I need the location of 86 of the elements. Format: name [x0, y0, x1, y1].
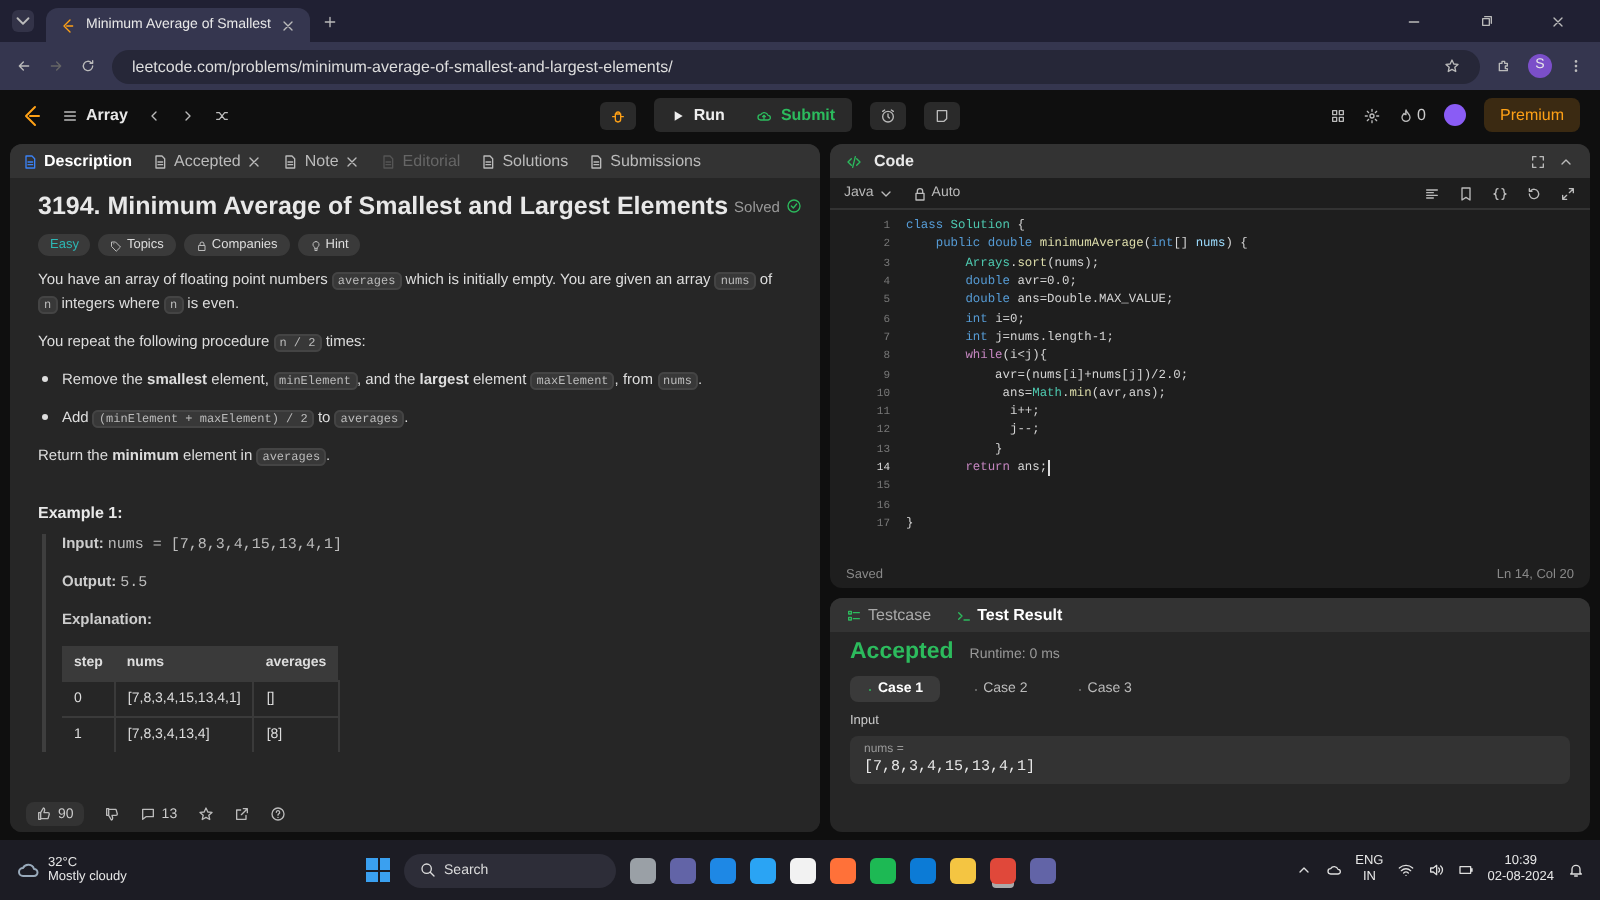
wifi-icon[interactable] — [1397, 862, 1414, 878]
braces-icon[interactable] — [1492, 185, 1508, 201]
problem-list-button[interactable]: Array — [62, 106, 128, 124]
thumbs-down-icon[interactable] — [103, 806, 120, 822]
tag-icon — [110, 239, 123, 251]
leetcode-logo-icon[interactable] — [20, 103, 44, 127]
taskbar-app-icon[interactable] — [870, 857, 897, 883]
reset-icon[interactable] — [1526, 185, 1542, 201]
bookmark-star-icon[interactable] — [1444, 58, 1460, 74]
share-icon[interactable] — [233, 806, 250, 822]
taskbar-app-icon[interactable] — [830, 857, 857, 883]
battery-icon[interactable] — [1457, 862, 1474, 878]
text-cursor — [1047, 459, 1050, 475]
bug-icon — [609, 107, 626, 123]
document-icon — [380, 153, 397, 169]
play-icon — [669, 107, 686, 123]
leetcode-logo-icon — [60, 17, 76, 33]
help-icon[interactable] — [269, 806, 286, 822]
close-icon[interactable] — [246, 153, 263, 169]
panel-tab[interactable]: Test Result — [955, 606, 1063, 624]
restore-icon[interactable] — [1478, 13, 1494, 29]
thumbs-up-icon — [36, 806, 52, 822]
panel-tab[interactable]: Submissions — [588, 152, 701, 170]
close-icon[interactable] — [280, 17, 297, 33]
cloud-icon[interactable] — [1325, 862, 1342, 878]
timer-button[interactable] — [869, 101, 906, 129]
submit-button[interactable]: Submit — [740, 98, 852, 132]
cloud-upload-icon — [756, 107, 773, 123]
note-icon — [933, 107, 950, 123]
new-tab-icon[interactable] — [322, 13, 338, 29]
start-icon[interactable] — [366, 858, 391, 882]
code-icon — [846, 153, 862, 169]
format-icon[interactable] — [1424, 185, 1440, 201]
comment-icon — [139, 806, 156, 822]
star-icon[interactable] — [197, 806, 214, 822]
maximize-icon[interactable] — [1530, 153, 1546, 169]
panel-tab[interactable]: Description — [22, 152, 133, 170]
panel-tab[interactable]: Note — [282, 152, 361, 170]
example-heading: Example 1: — [38, 504, 125, 522]
panel-tab[interactable]: Accepted — [152, 152, 263, 170]
weather-icon[interactable] — [16, 858, 40, 882]
alarm-clock-icon — [879, 107, 896, 123]
reload-icon[interactable] — [80, 58, 96, 74]
close-icon[interactable] — [344, 153, 361, 169]
avatar-icon[interactable] — [1444, 104, 1466, 126]
terminal-icon — [955, 607, 972, 623]
tab-search-icon[interactable] — [12, 10, 34, 32]
search-icon — [420, 862, 437, 878]
close-icon[interactable] — [1550, 13, 1566, 29]
lock-icon — [911, 185, 928, 201]
notes-button[interactable] — [923, 101, 960, 129]
list-icon — [62, 107, 78, 123]
taskbar-app-icon[interactable] — [750, 857, 777, 883]
bookmark-icon[interactable] — [1458, 185, 1474, 201]
document-icon — [588, 153, 605, 169]
panel-tab[interactable]: Solutions — [480, 152, 569, 170]
lock-icon — [195, 239, 208, 251]
document-icon — [22, 153, 38, 169]
layout-icon[interactable] — [1329, 107, 1346, 123]
taskbar-app-icon[interactable] — [790, 857, 817, 883]
volume-icon[interactable] — [1427, 862, 1444, 878]
extensions-icon[interactable] — [1496, 58, 1512, 74]
debug-button[interactable] — [599, 101, 636, 129]
panel-tab[interactable]: Testcase — [846, 606, 932, 624]
panel-title: Code — [874, 152, 914, 170]
settings-icon[interactable] — [1363, 107, 1380, 123]
premium-button[interactable]: Premium — [1484, 98, 1581, 132]
verdict-text: Accepted — [850, 640, 954, 664]
fullscreen-icon[interactable] — [1560, 185, 1576, 201]
shuffle-icon[interactable] — [213, 107, 230, 123]
address-bar[interactable]: leetcode.com/problems/minimum-average-of-smallest-and-largest-elements/ — [112, 49, 1480, 83]
checklist-icon — [846, 607, 862, 623]
problem-title: 3194. Minimum Average of Smallest and Largest Elements — [38, 192, 729, 220]
streak-counter[interactable]: 0 — [1397, 106, 1426, 124]
url-text: leetcode.com/problems/minimum-average-of-smallest-and-largest-elements/ — [132, 57, 673, 75]
document-icon — [282, 153, 299, 169]
flame-icon — [1397, 107, 1414, 123]
run-button[interactable]: Run — [653, 98, 741, 132]
back-icon[interactable] — [16, 58, 32, 74]
document-icon — [152, 153, 169, 169]
bulb-icon — [309, 239, 322, 251]
notification-icon[interactable] — [1568, 862, 1584, 878]
chevron-up-icon[interactable] — [1295, 862, 1312, 878]
document-icon — [480, 153, 497, 169]
taskbar-app-icon[interactable] — [950, 857, 977, 883]
taskbar-app-icon[interactable] — [630, 857, 657, 883]
